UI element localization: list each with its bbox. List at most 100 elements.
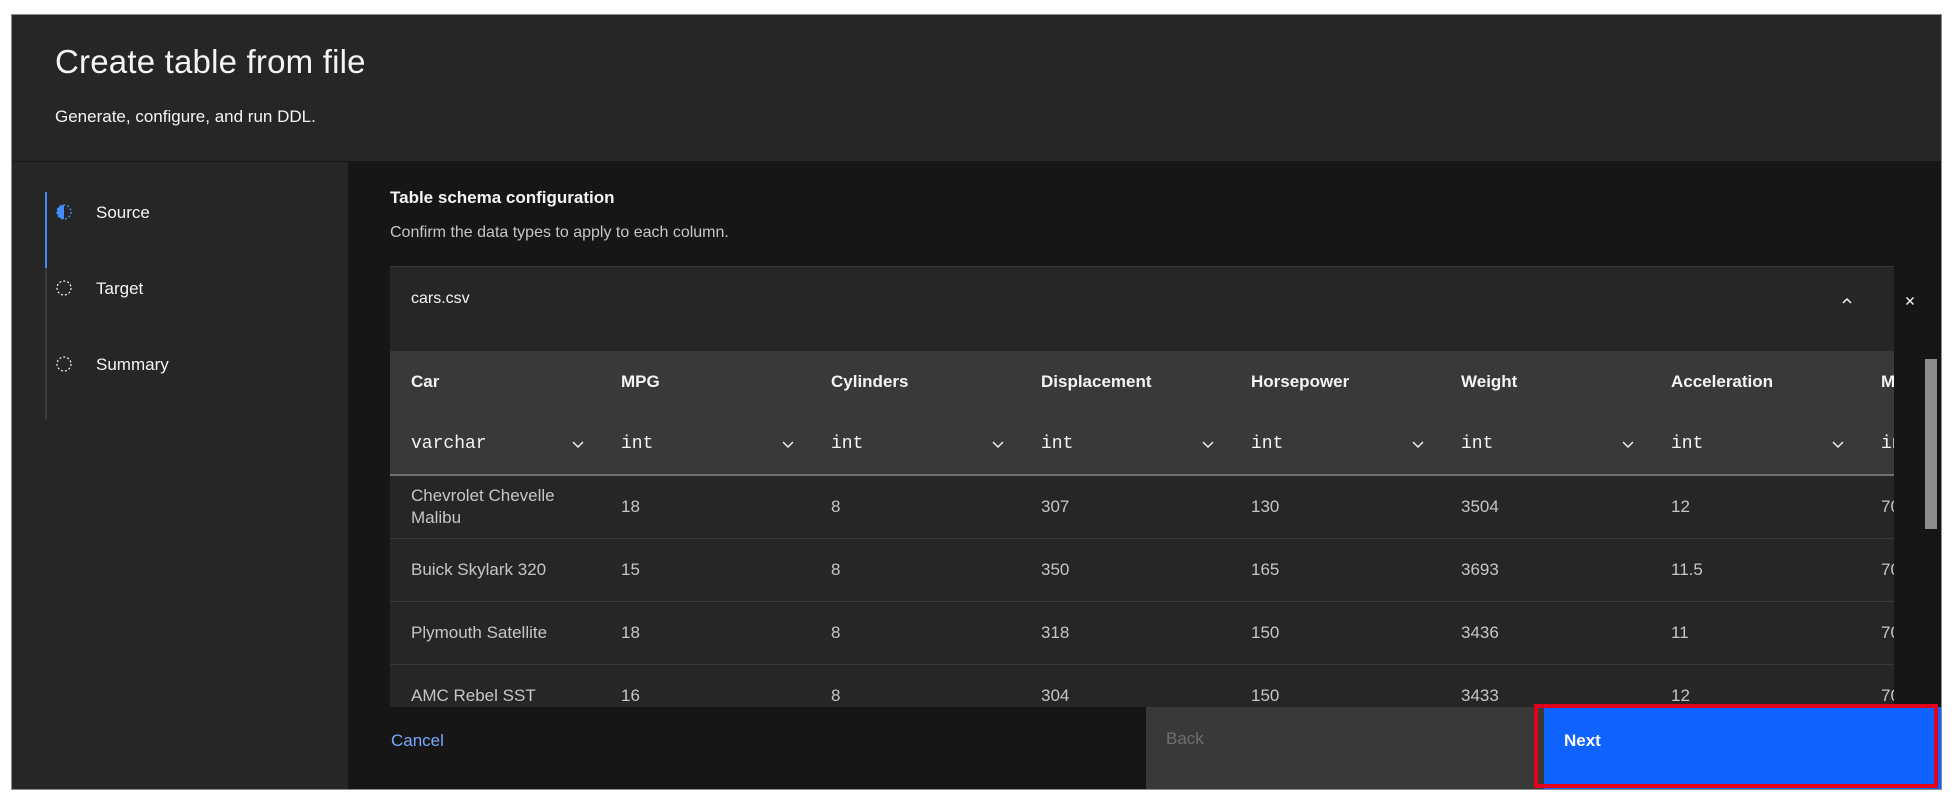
dashed-circle-incomplete-icon: [56, 356, 72, 372]
chevron-down-icon: [1412, 441, 1424, 448]
type-value: int: [1461, 433, 1494, 454]
main-content: Table schema configuration Confirm the d…: [348, 161, 1941, 708]
type-value: int: [1041, 433, 1074, 454]
type-cell: int: [1020, 413, 1230, 476]
table-cell: 8: [810, 664, 1020, 708]
vertical-scrollbar[interactable]: [1925, 359, 1937, 529]
dashed-circle-incomplete-icon: [56, 280, 72, 296]
type-value: varchar: [411, 433, 487, 454]
type-cell: int: [600, 413, 810, 476]
progress-steps: Source Target Summary: [12, 161, 348, 708]
table-cell: 15: [600, 538, 810, 602]
type-value: int: [831, 433, 864, 454]
table-cell: 70: [1860, 475, 1894, 539]
chevron-down-icon: [782, 441, 794, 448]
step-source[interactable]: Source: [45, 192, 345, 268]
close-icon: [1906, 297, 1914, 305]
create-table-dialog: Create table from file Generate, configu…: [11, 14, 1942, 790]
table-cell: 165: [1230, 538, 1440, 602]
table-row: Plymouth Satellite 18 8 318 150 3436 11 …: [390, 601, 1894, 665]
table-cell: Plymouth Satellite: [390, 601, 600, 665]
type-value: int: [1881, 433, 1894, 454]
type-dropdown[interactable]: int: [1881, 424, 1894, 464]
table-row: Buick Skylark 320 15 8 350 165 3693 11.5…: [390, 538, 1894, 602]
close-file-button[interactable]: [1890, 281, 1930, 321]
column-header: MPG: [600, 351, 810, 413]
schema-table: Car MPG Cylinders Displacement Horsepowe…: [390, 351, 1894, 708]
type-cell: int: [1230, 413, 1440, 476]
table-cell: 12: [1650, 664, 1860, 708]
column-header: Cylinders: [810, 351, 1020, 413]
table-row: AMC Rebel SST 16 8 304 150 3433 12 70: [390, 664, 1894, 708]
table-cell: AMC Rebel SST: [390, 664, 600, 708]
type-row: varchar int int int int int int int: [390, 413, 1894, 476]
type-dropdown[interactable]: int: [1041, 424, 1216, 464]
file-name: cars.csv: [411, 290, 470, 307]
chevron-down-icon: [572, 441, 584, 448]
table-cell: 350: [1020, 538, 1230, 602]
step-indicator-bar: [45, 268, 47, 344]
column-header: Weight: [1440, 351, 1650, 413]
dialog-header: Create table from file Generate, configu…: [12, 15, 1941, 161]
cancel-button[interactable]: Cancel: [348, 707, 1146, 789]
dialog-footer: Cancel Back Next: [348, 707, 1941, 789]
type-dropdown[interactable]: int: [1461, 424, 1636, 464]
next-button[interactable]: Next: [1544, 707, 1941, 789]
table-cell: 307: [1020, 475, 1230, 539]
header-row: Car MPG Cylinders Displacement Horsepowe…: [390, 351, 1894, 413]
step-label: Source: [96, 203, 150, 222]
type-cell: int: [810, 413, 1020, 476]
table-cell: 304: [1020, 664, 1230, 708]
type-cell: int: [1860, 413, 1894, 476]
table-row: Chevrolet Chevelle Malibu 18 8 307 130 3…: [390, 475, 1894, 539]
column-header: Horsepower: [1230, 351, 1440, 413]
table-cell: 130: [1230, 475, 1440, 539]
table-cell: 70: [1860, 538, 1894, 602]
step-indicator-bar: [45, 192, 47, 268]
table-cell: 16: [600, 664, 810, 708]
collapse-button[interactable]: [1827, 281, 1867, 321]
table-cell: 8: [810, 475, 1020, 539]
chevron-down-icon: [1622, 441, 1634, 448]
table-cell: 3433: [1440, 664, 1650, 708]
type-value: int: [621, 433, 654, 454]
table-cell: 18: [600, 601, 810, 665]
type-cell: int: [1440, 413, 1650, 476]
type-dropdown[interactable]: int: [1671, 424, 1846, 464]
table-cell: Buick Skylark 320: [390, 538, 600, 602]
table-cell: 150: [1230, 664, 1440, 708]
chevron-down-icon: [1832, 441, 1844, 448]
section-description: Confirm the data types to apply to each …: [390, 224, 729, 241]
column-header: Car: [390, 351, 600, 413]
back-button[interactable]: Back: [1146, 707, 1544, 789]
table-cell: 8: [810, 538, 1020, 602]
table-cell: Chevrolet Chevelle Malibu: [390, 475, 600, 539]
step-label: Summary: [96, 355, 169, 374]
type-dropdown[interactable]: varchar: [411, 424, 586, 464]
column-header: Acceleration: [1650, 351, 1860, 413]
column-header: Model: [1860, 351, 1894, 413]
step-indicator-bar: [45, 344, 47, 420]
file-panel: cars.csv Car MPG Cylinders Displacement …: [390, 266, 1914, 708]
schema-table-container[interactable]: Car MPG Cylinders Displacement Horsepowe…: [390, 351, 1894, 708]
table-cell: 3504: [1440, 475, 1650, 539]
section-title: Table schema configuration: [390, 188, 615, 207]
table-cell: 150: [1230, 601, 1440, 665]
type-dropdown[interactable]: int: [621, 424, 796, 464]
chevron-down-icon: [992, 441, 1004, 448]
chevron-up-icon: [1842, 297, 1852, 304]
type-dropdown[interactable]: int: [831, 424, 1006, 464]
table-cell: 11: [1650, 601, 1860, 665]
half-circle-current-icon: [56, 204, 72, 220]
table-cell: 318: [1020, 601, 1230, 665]
step-summary[interactable]: Summary: [45, 344, 345, 420]
type-dropdown[interactable]: int: [1251, 424, 1426, 464]
type-cell: varchar: [390, 413, 600, 476]
column-header: Displacement: [1020, 351, 1230, 413]
step-label: Target: [96, 279, 144, 298]
step-target[interactable]: Target: [45, 268, 345, 344]
dialog-title: Create table from file: [55, 43, 366, 80]
table-cell: 70: [1860, 601, 1894, 665]
type-value: int: [1671, 433, 1704, 454]
type-value: int: [1251, 433, 1284, 454]
